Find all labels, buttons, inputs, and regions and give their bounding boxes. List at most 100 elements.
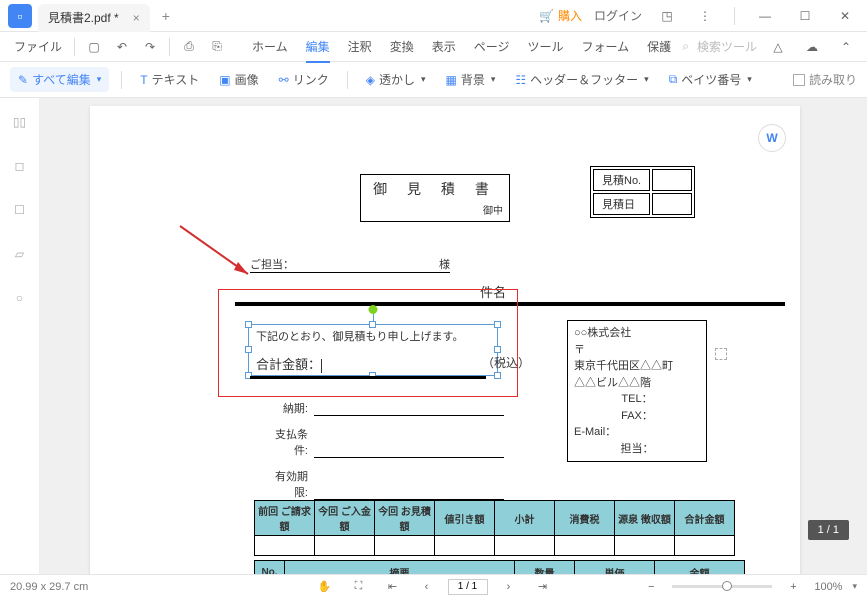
close-tab-icon[interactable]: × [133,11,140,25]
total-text[interactable]: 合計金額： [256,354,322,373]
payment-line [314,426,504,458]
cart-icon: 🛒 [539,9,554,23]
ribbon-tabs: ホーム 編集 注釈 変換 表示 ページ ツール フォーム 保護 [252,32,671,61]
intro-text[interactable]: 下記のとおり、御見積もり申し上げます。 [256,328,463,344]
left-rail: ▯▯ ◻ ☐ ▱ ○ [0,98,40,574]
page-navigation: ✋ ⛶ ⇤ ‹ › ⇥ [312,574,556,600]
total-underline [250,376,486,379]
hand-tool-icon[interactable]: ✋ [312,574,338,600]
add-text-button[interactable]: Tテキスト [134,67,205,92]
resize-handle-e[interactable] [494,346,501,353]
items-table: No. 摘要 数量 単価 金額 [254,560,745,574]
validity-line [314,468,504,500]
document-tab[interactable]: 見積書2.pdf * × [38,4,150,32]
chevron-down-icon[interactable]: ▾ [852,581,857,592]
quote-info-box: 見積No. 見積日 [590,166,695,218]
notification-icon[interactable]: ◳ [654,3,680,29]
tab-comment[interactable]: 注釈 [348,32,372,61]
next-page-icon[interactable]: › [496,574,522,600]
page-dimensions: 20.99 x 29.7 cm [10,581,88,593]
page-indicator[interactable]: 1 / 1 [808,520,849,540]
bates-button[interactable]: ⧉ベイツ番号▾ [663,67,758,92]
tab-tool[interactable]: ツール [527,32,563,61]
chevron-down-icon: ▾ [421,74,426,85]
undo-icon[interactable]: ↶ [109,34,135,60]
login-link[interactable]: ログイン [594,7,642,24]
tab-page[interactable]: ページ [474,32,510,61]
new-tab-button[interactable]: + [162,8,170,24]
contact-line: ご担当： 様 [250,256,450,273]
onchu-label: 御中 [367,202,503,217]
tab-convert[interactable]: 変換 [390,32,414,61]
quote-no-label: 見積No. [593,169,650,191]
kebab-menu-icon[interactable]: ⋮ [692,3,718,29]
resize-handle-ne[interactable] [494,321,501,328]
edit-toolbar: ✎ すべて編集 ▾ Tテキスト ▣画像 ⚯リンク ◈透かし▾ ▦背景▾ ☷ヘッダ… [0,62,867,98]
divider [734,7,735,25]
annotation-arrow [170,216,260,286]
close-window-button[interactable]: ✕ [831,2,859,30]
open-icon[interactable]: ▢ [81,34,107,60]
thumbnails-icon[interactable]: ▯▯ [8,110,32,134]
zoom-value[interactable]: 100% [814,581,842,593]
readonly-toggle[interactable]: 読み取り [793,71,857,88]
comment-icon[interactable]: ☐ [8,198,32,222]
quote-date-label: 見積日 [593,193,650,215]
minimize-button[interactable]: — [751,2,779,30]
first-page-icon[interactable]: ⇤ [380,574,406,600]
chevron-down-icon: ▾ [97,74,102,85]
search-tool-label[interactable]: 検索ツール [697,38,757,55]
canvas[interactable]: W 御 見 積 書 御中 見積No. 見積日 ご担当： 様 件名 [40,98,867,574]
file-menu[interactable]: ファイル [8,38,68,55]
prev-page-icon[interactable]: ‹ [414,574,440,600]
divider [74,38,75,56]
rotation-handle[interactable] [369,305,378,314]
background-icon: ▦ [445,73,456,87]
resize-handle-nw[interactable] [245,321,252,328]
fit-page-icon[interactable]: ⛶ [346,574,372,600]
print-icon[interactable]: ⎘ [204,34,230,60]
watermark-button[interactable]: ◈透かし▾ [360,67,432,92]
divider [169,38,170,56]
header-footer-button[interactable]: ☷ヘッダー＆フッター▾ [509,67,654,92]
cloud-icon[interactable]: ☁ [799,34,825,60]
collapse-ribbon-icon[interactable]: ⌃ [833,34,859,60]
zoom-out-icon[interactable]: − [638,574,664,600]
search-icon[interactable]: ⌕ [682,39,689,54]
save-icon[interactable]: ⎙ [176,34,202,60]
resize-handle-n[interactable] [369,321,376,328]
pencil-icon: ✎ [18,73,28,87]
maximize-button[interactable]: ☐ [791,2,819,30]
page-input[interactable] [448,579,488,595]
add-image-button[interactable]: ▣画像 [213,67,264,92]
zoom-thumb[interactable] [722,581,732,591]
pdf-page[interactable]: W 御 見 積 書 御中 見積No. 見積日 ご担当： 様 件名 [90,106,800,574]
edit-all-button[interactable]: ✎ すべて編集 ▾ [10,67,109,92]
summary-table: 前回 ご請求額 今回 ご入金額 今回 お見積額 値引き額 小計 消費税 源泉 徴… [254,500,735,556]
zoom-controls: − + 100% ▾ [638,574,857,600]
redo-icon[interactable]: ↷ [137,34,163,60]
zoom-in-icon[interactable]: + [780,574,806,600]
background-button[interactable]: ▦背景▾ [439,67,501,92]
resize-handle-se[interactable] [494,372,501,379]
checkbox-icon [793,74,805,86]
share-icon[interactable]: △ [765,34,791,60]
chevron-down-icon: ▾ [491,74,496,85]
add-link-button[interactable]: ⚯リンク [273,67,335,92]
resize-handle-w[interactable] [245,346,252,353]
tab-view[interactable]: 表示 [432,32,456,61]
tab-home[interactable]: ホーム [252,32,288,61]
search-rail-icon[interactable]: ○ [8,286,32,310]
tab-edit[interactable]: 編集 [306,32,330,61]
zoom-slider[interactable] [672,585,772,588]
word-export-badge[interactable]: W [758,124,786,152]
bookmark-icon[interactable]: ◻ [8,154,32,178]
attachment-icon[interactable]: ▱ [8,242,32,266]
buy-link[interactable]: 🛒 購入 [539,7,582,24]
tab-protect[interactable]: 保護 [647,32,671,61]
tab-form[interactable]: フォーム [582,32,630,61]
company-info-box: ○○株式会社 〒 東京千代田区△△町 △△ビル△△階 TEL： FAX： E-M… [567,320,707,462]
divider [347,71,348,89]
last-page-icon[interactable]: ⇥ [530,574,556,600]
chevron-down-icon: ▾ [644,74,649,85]
